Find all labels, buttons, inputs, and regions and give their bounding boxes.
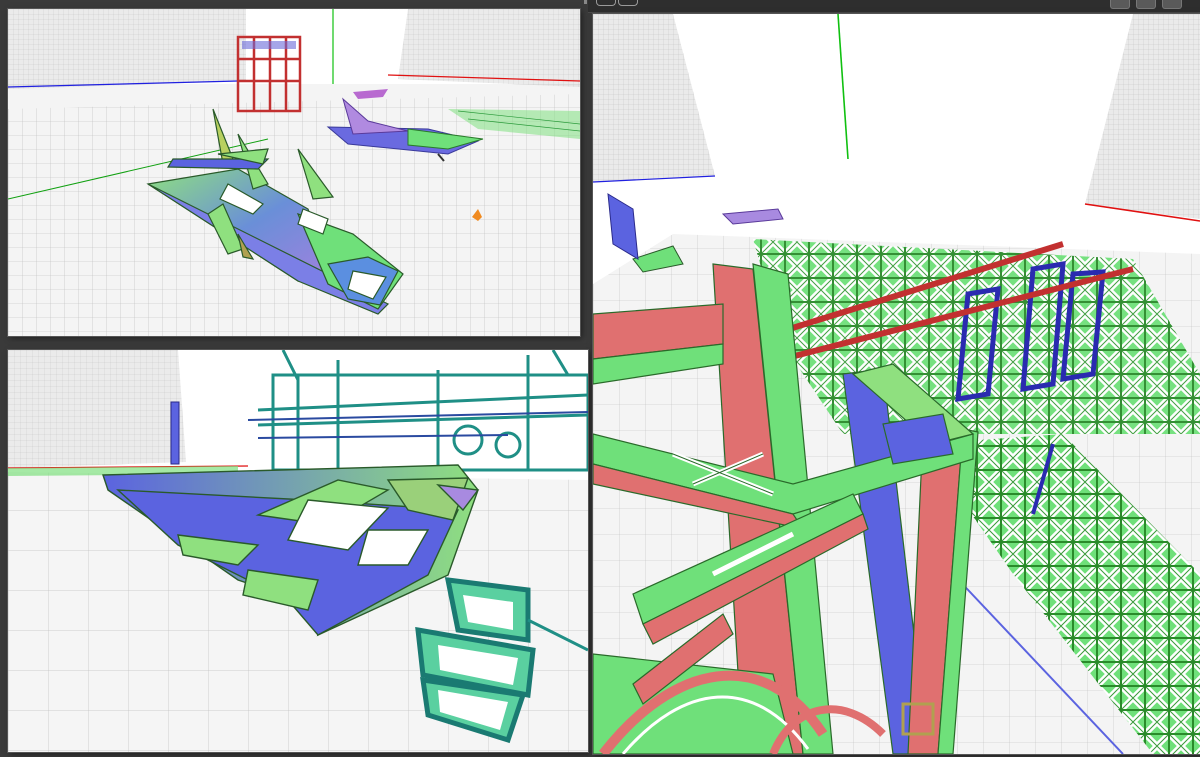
scene-render-truss-structure-overview xyxy=(593,14,1200,754)
toolbar-icon[interactable] xyxy=(596,0,616,6)
top-toolbar xyxy=(588,0,1200,13)
viewport-top-left[interactable] xyxy=(8,9,580,336)
viewport-right[interactable] xyxy=(593,14,1200,754)
scene-render-aircraft-close-up xyxy=(8,9,580,336)
minimize-button[interactable] xyxy=(1110,0,1130,9)
divider xyxy=(584,0,587,4)
close-button[interactable] xyxy=(1162,0,1182,9)
scene-render-aircraft-structure-view xyxy=(8,350,588,752)
toolbar-icon[interactable] xyxy=(618,0,638,6)
viewport-bottom-left[interactable] xyxy=(8,350,588,752)
maximize-button[interactable] xyxy=(1136,0,1156,9)
